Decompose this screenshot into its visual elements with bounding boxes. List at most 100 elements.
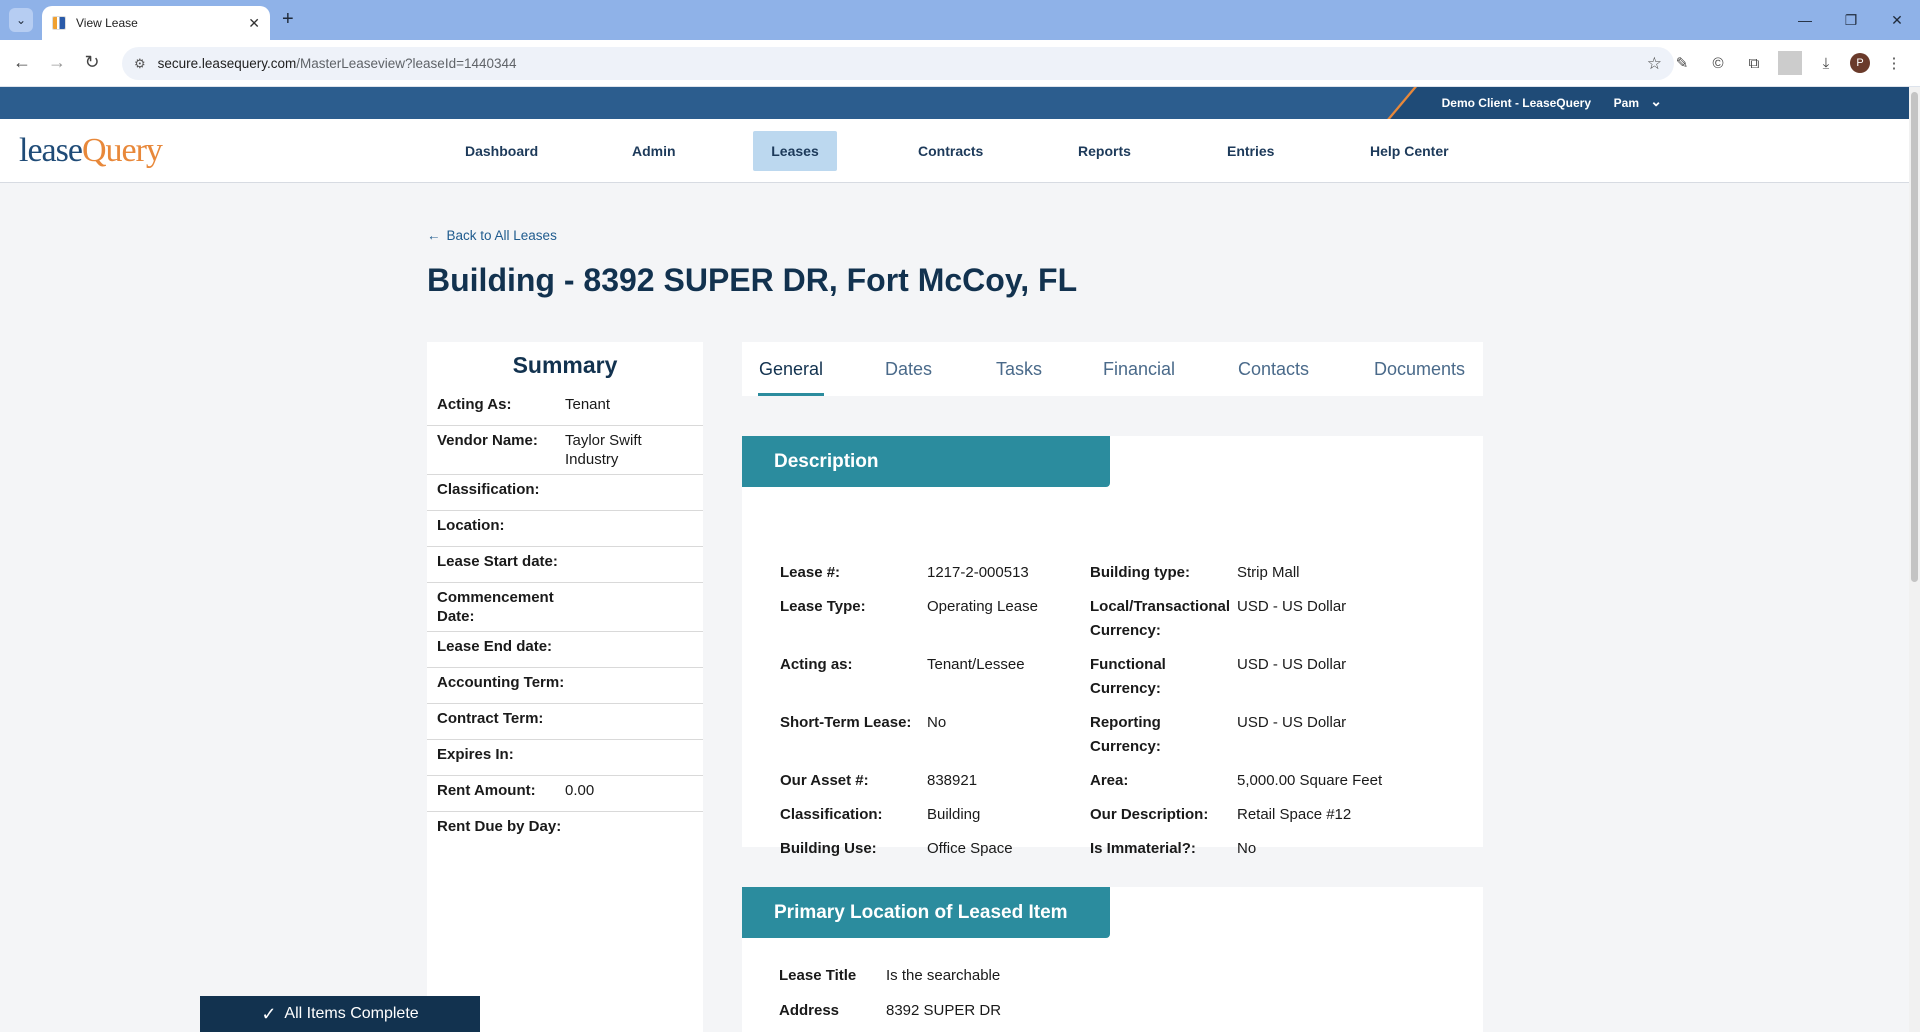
field-label: Short-Term Lease: <box>780 714 912 731</box>
eyedropper-icon[interactable]: ✎ <box>1670 51 1694 75</box>
location-value: 8392 SUPER DR <box>886 1002 1002 1019</box>
checkmark-icon: ✓ <box>261 1003 277 1024</box>
summary-row: Location: <box>427 511 703 547</box>
back-link-label: Back to All Leases <box>446 228 557 243</box>
user-name[interactable]: Pam <box>1614 96 1639 110</box>
field-value: Retail Space #12 <box>1237 806 1352 823</box>
new-tab-button[interactable]: + <box>282 8 294 31</box>
nav-leases[interactable]: Leases <box>753 131 837 171</box>
copyright-extension-icon[interactable]: © <box>1706 51 1730 75</box>
tab-contacts[interactable]: Contacts <box>1238 342 1309 396</box>
toast-text: All Items Complete <box>284 1005 419 1022</box>
forward-arrow-icon[interactable]: → <box>45 52 69 73</box>
leasequery-favicon-icon <box>52 16 66 30</box>
summary-row: Acting As: Tenant <box>427 390 703 426</box>
browser-tab[interactable]: View Lease ✕ <box>42 6 270 40</box>
profile-avatar[interactable]: P <box>1850 53 1870 73</box>
field-value: Building <box>927 806 981 823</box>
tab-dates[interactable]: Dates <box>885 342 932 396</box>
field-value: 1217-2-000513 <box>927 564 1029 581</box>
location-value: Is the searchable <box>886 967 1001 984</box>
extension-icons: ✎ © ⧉ ⤓ P ⋮ <box>1670 51 1906 75</box>
nav-entries[interactable]: Entries <box>1209 131 1292 171</box>
browser-toolbar: ← → ↻ ⚙ secure.leasequery.com/MasterLeas… <box>0 40 1920 87</box>
summary-row: Rent Amount: 0.00 <box>427 776 703 812</box>
summary-row: Classification: <box>427 475 703 511</box>
location-panel: Primary Location of Leased Item Lease Ti… <box>742 887 1483 1032</box>
more-menu-icon[interactable]: ⋮ <box>1882 51 1906 75</box>
tab-general[interactable]: General <box>757 342 825 396</box>
field-label: Area: <box>1090 772 1129 789</box>
location-label: Address <box>779 1002 840 1019</box>
field-label: Building Use: <box>780 840 877 857</box>
field-label: Lease Type: <box>780 598 866 615</box>
toolbar-divider <box>1778 51 1802 75</box>
nav-reports[interactable]: Reports <box>1060 131 1149 171</box>
browser-tab-bar: ⌄ View Lease ✕ + — ❐ ✕ <box>0 0 1920 40</box>
tab-title: View Lease <box>76 16 138 30</box>
field-value: No <box>927 714 947 731</box>
tab-financial[interactable]: Financial <box>1103 342 1175 396</box>
lease-tabs: General Dates Tasks Financial Contacts D… <box>742 342 1483 396</box>
chevron-down-icon[interactable]: ⌄ <box>1650 93 1662 110</box>
all-items-complete-toast[interactable]: ✓ All Items Complete <box>200 996 480 1032</box>
summary-row: Lease Start date: <box>427 547 703 583</box>
summary-title: Summary <box>512 352 618 378</box>
reload-icon[interactable]: ↻ <box>80 52 104 73</box>
field-value: No <box>1237 840 1257 857</box>
address-bar[interactable]: ⚙ secure.leasequery.com/MasterLeaseview?… <box>122 47 1674 80</box>
summary-row: Commencement Date: <box>427 583 703 632</box>
field-value: USD - US Dollar <box>1237 598 1347 615</box>
arrow-left-icon: ← <box>427 228 441 243</box>
field-value: Strip Mall <box>1237 564 1300 581</box>
extensions-puzzle-icon[interactable]: ⧉ <box>1742 51 1766 75</box>
nav-help-center[interactable]: Help Center <box>1352 131 1467 171</box>
tab-documents[interactable]: Documents <box>1374 342 1465 396</box>
field-label: Building type: <box>1090 564 1190 581</box>
nav-contracts[interactable]: Contracts <box>900 131 1001 171</box>
field-label: Reporting Currency: <box>1090 714 1161 755</box>
field-value: 838921 <box>927 772 978 789</box>
close-window-icon[interactable]: ✕ <box>1874 0 1920 40</box>
tab-search-button[interactable]: ⌄ <box>9 8 33 32</box>
back-to-leases-link[interactable]: ← Back to All Leases <box>427 228 557 243</box>
summary-row: Vendor Name: Taylor Swift Industry <box>427 426 703 475</box>
summary-row: Accounting Term: <box>427 668 703 704</box>
client-name[interactable]: Demo Client - LeaseQuery <box>1442 96 1591 110</box>
location-header: Primary Location of Leased Item <box>742 887 1110 938</box>
nav-dashboard[interactable]: Dashboard <box>447 131 556 171</box>
app-top-strip: Demo Client - LeaseQuery Pam ⌄ <box>0 87 1909 127</box>
field-label: Local/Transactional Currency: <box>1090 598 1231 639</box>
minimize-icon[interactable]: — <box>1782 0 1828 40</box>
restore-icon[interactable]: ❐ <box>1828 0 1874 40</box>
field-label: Functional Currency: <box>1090 656 1166 697</box>
field-label: Acting as: <box>780 656 853 673</box>
field-label: Our Description: <box>1090 806 1209 823</box>
summary-row: Lease End date: <box>427 632 703 668</box>
field-label: Classification: <box>780 806 883 823</box>
description-header: Description <box>742 436 1110 487</box>
tab-tasks[interactable]: Tasks <box>996 342 1042 396</box>
back-arrow-icon[interactable]: ← <box>10 52 34 73</box>
summary-row: Contract Term: <box>427 704 703 740</box>
field-value: Tenant/Lessee <box>927 656 1025 673</box>
summary-row: Rent Due by Day: <box>437 818 562 835</box>
field-value: USD - US Dollar <box>1237 656 1347 673</box>
bookmark-star-icon[interactable]: ☆ <box>1647 54 1662 74</box>
url-path: /MasterLeaseview?leaseId=1440344 <box>296 56 517 71</box>
download-icon[interactable]: ⤓ <box>1814 51 1838 75</box>
close-tab-icon[interactable]: ✕ <box>248 15 260 32</box>
field-label: Lease #: <box>780 564 841 581</box>
field-value: 5,000.00 Square Feet <box>1237 772 1383 789</box>
nav-admin[interactable]: Admin <box>614 131 694 171</box>
app-navigation: leaseQuery Dashboard Admin Leases Contra… <box>0 119 1909 183</box>
site-info-icon[interactable]: ⚙ <box>134 56 146 72</box>
summary-panel: Summary Acting As: Tenant Vendor Name: Tay… <box>427 342 703 1032</box>
field-value: Office Space <box>927 840 1013 857</box>
summary-row: Expires In: <box>427 740 703 776</box>
scrollbar-thumb[interactable] <box>1911 92 1918 582</box>
field-value: USD - US Dollar <box>1237 714 1347 731</box>
leasequery-logo[interactable]: leaseQuery <box>19 134 163 168</box>
location-label: Lease Title <box>779 967 857 984</box>
page-title: Building - 8392 SUPER DR, Fort McCoy, FL <box>427 262 1078 298</box>
